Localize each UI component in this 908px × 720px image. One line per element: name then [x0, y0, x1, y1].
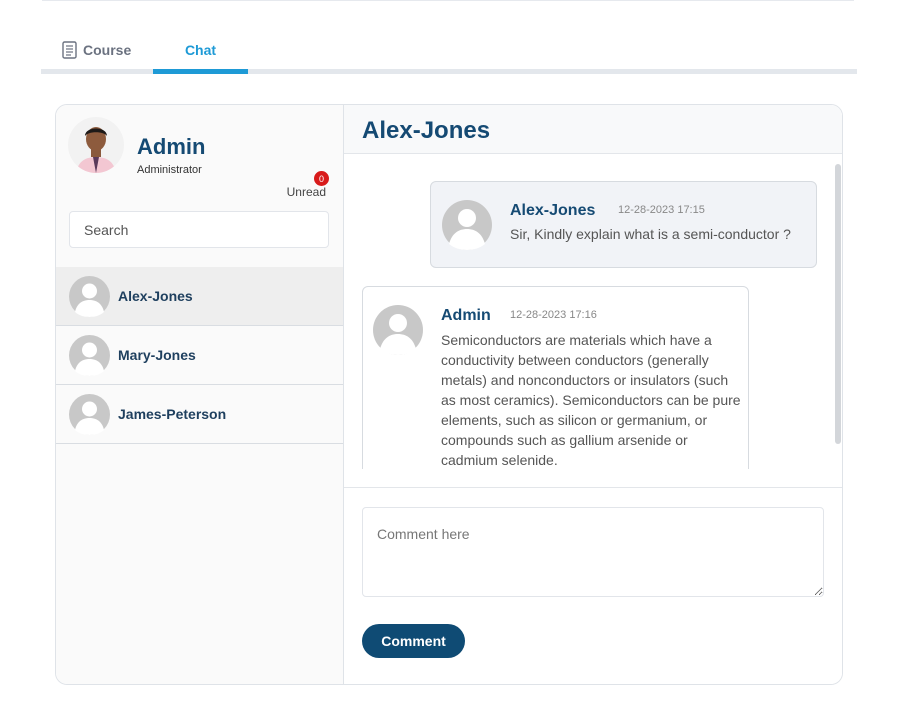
default-avatar-icon [69, 394, 110, 435]
document-icon [62, 40, 77, 59]
unread-label: Unread [286, 185, 326, 199]
unread-indicator: Unread 0 [284, 171, 329, 203]
contact-item-alex-jones[interactable]: Alex-Jones [56, 267, 343, 326]
comment-button[interactable]: Comment [362, 624, 465, 658]
message-bubble: Admin 12-28-2023 17:16 Semiconductors ar… [362, 286, 749, 469]
contact-list: Alex-Jones Mary-Jones James-Peterson [56, 267, 343, 444]
contact-item-james-peterson[interactable]: James-Peterson [56, 385, 343, 444]
message-sender: Alex-Jones [510, 202, 596, 219]
default-avatar-icon [69, 276, 110, 317]
comment-composer: Comment [344, 487, 842, 684]
message-bubble: Alex-Jones 12-28-2023 17:15 Sir, Kindly … [430, 181, 817, 268]
tab-active-indicator [153, 69, 248, 74]
avatar [68, 117, 124, 173]
contact-item-mary-jones[interactable]: Mary-Jones [56, 326, 343, 385]
comment-input[interactable] [362, 507, 824, 597]
unread-count-badge: 0 [314, 171, 329, 186]
message-timestamp: 12-28-2023 17:16 [510, 309, 597, 321]
contact-name: Alex-Jones [118, 288, 193, 304]
tab-chat-label: Chat [184, 41, 217, 58]
search-input[interactable] [69, 211, 329, 248]
contact-name: James-Peterson [118, 406, 227, 422]
chat-panel: Admin Administrator Unread 0 Alex-Jones [55, 104, 843, 685]
message-list[interactable]: Alex-Jones 12-28-2023 17:15 Sir, Kindly … [344, 154, 842, 469]
chat-header: Alex-Jones [344, 105, 842, 154]
message-timestamp: 12-28-2023 17:15 [618, 204, 705, 216]
message-sender: Admin [441, 307, 491, 324]
contacts-sidebar: Admin Administrator Unread 0 Alex-Jones [56, 105, 344, 684]
conversation: Alex-Jones Alex-Jones 12-28-2023 17:15 S… [344, 105, 842, 684]
default-avatar-icon [442, 200, 492, 250]
contact-name: Mary-Jones [118, 347, 196, 363]
tab-course-label: Course [83, 41, 132, 58]
profile-role: Administrator [137, 164, 202, 176]
message-scrollbar[interactable] [835, 164, 841, 444]
chat-title: Alex-Jones [362, 117, 491, 144]
profile-name: Admin [137, 134, 206, 159]
message-text: Semiconductors are materials which have … [441, 332, 741, 468]
default-avatar-icon [69, 335, 110, 376]
tab-course[interactable]: Course [62, 30, 131, 69]
top-divider [42, 0, 854, 1]
tab-chat[interactable]: Chat [153, 30, 248, 69]
message-text: Sir, Kindly explain what is a semi-condu… [510, 226, 791, 242]
tab-bar: Course Chat [41, 30, 857, 75]
default-avatar-icon [373, 305, 423, 355]
